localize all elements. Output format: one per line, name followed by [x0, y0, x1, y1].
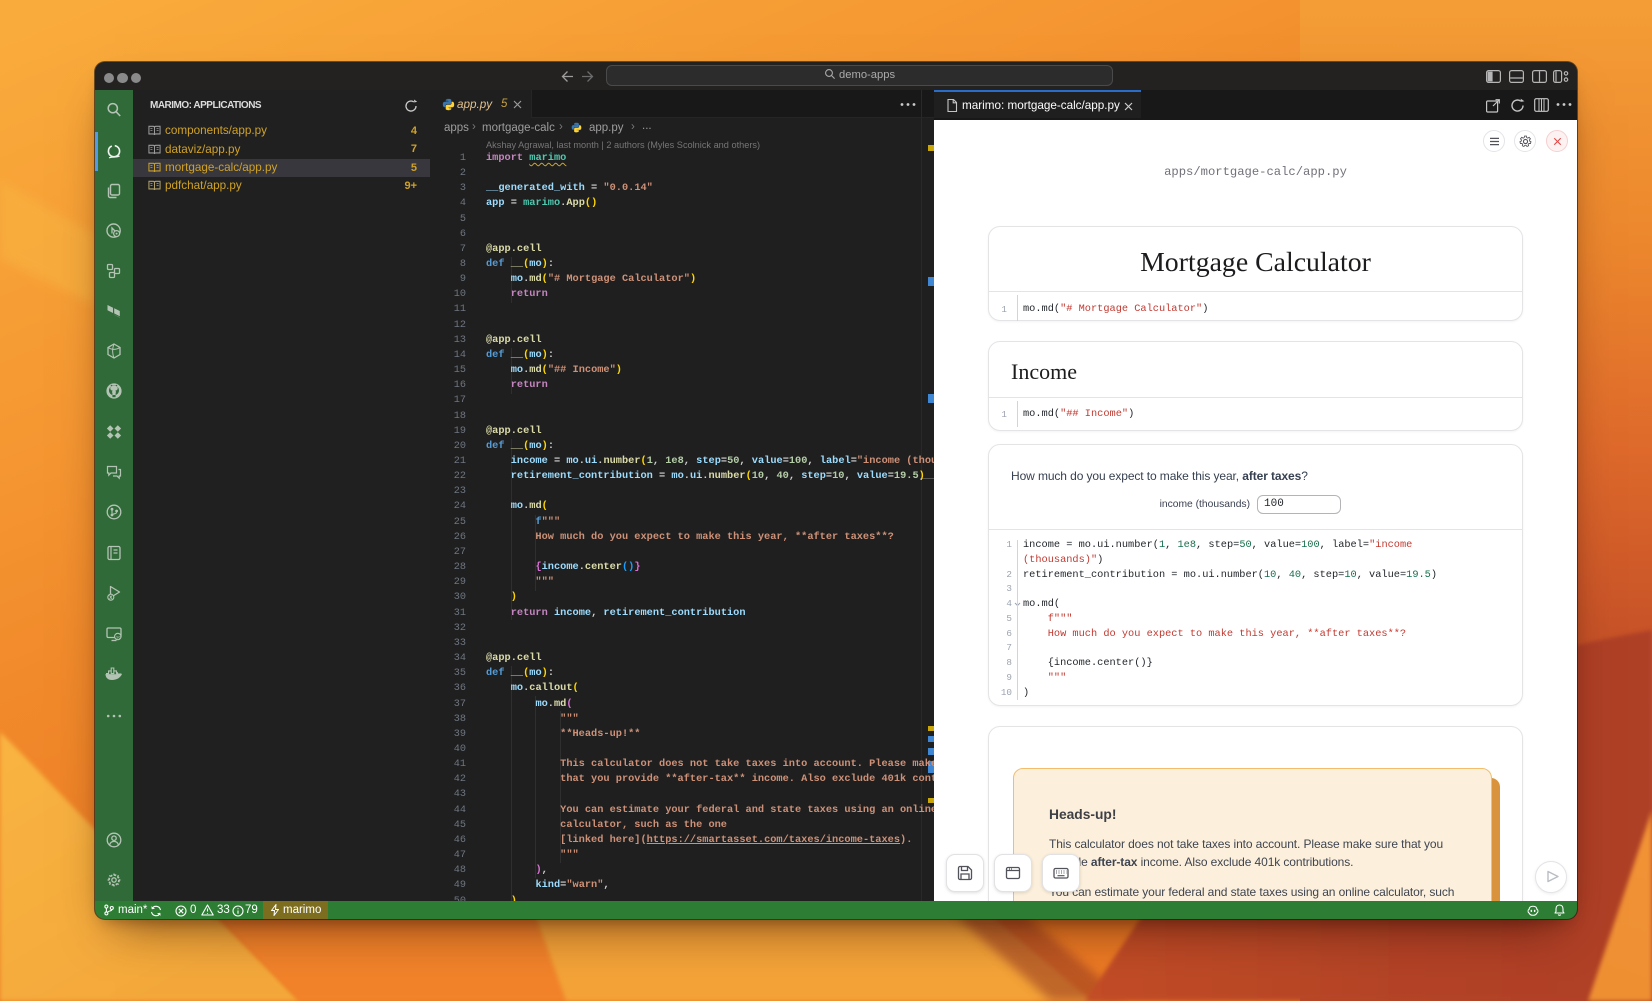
svg-text:sc: sc — [116, 634, 121, 639]
